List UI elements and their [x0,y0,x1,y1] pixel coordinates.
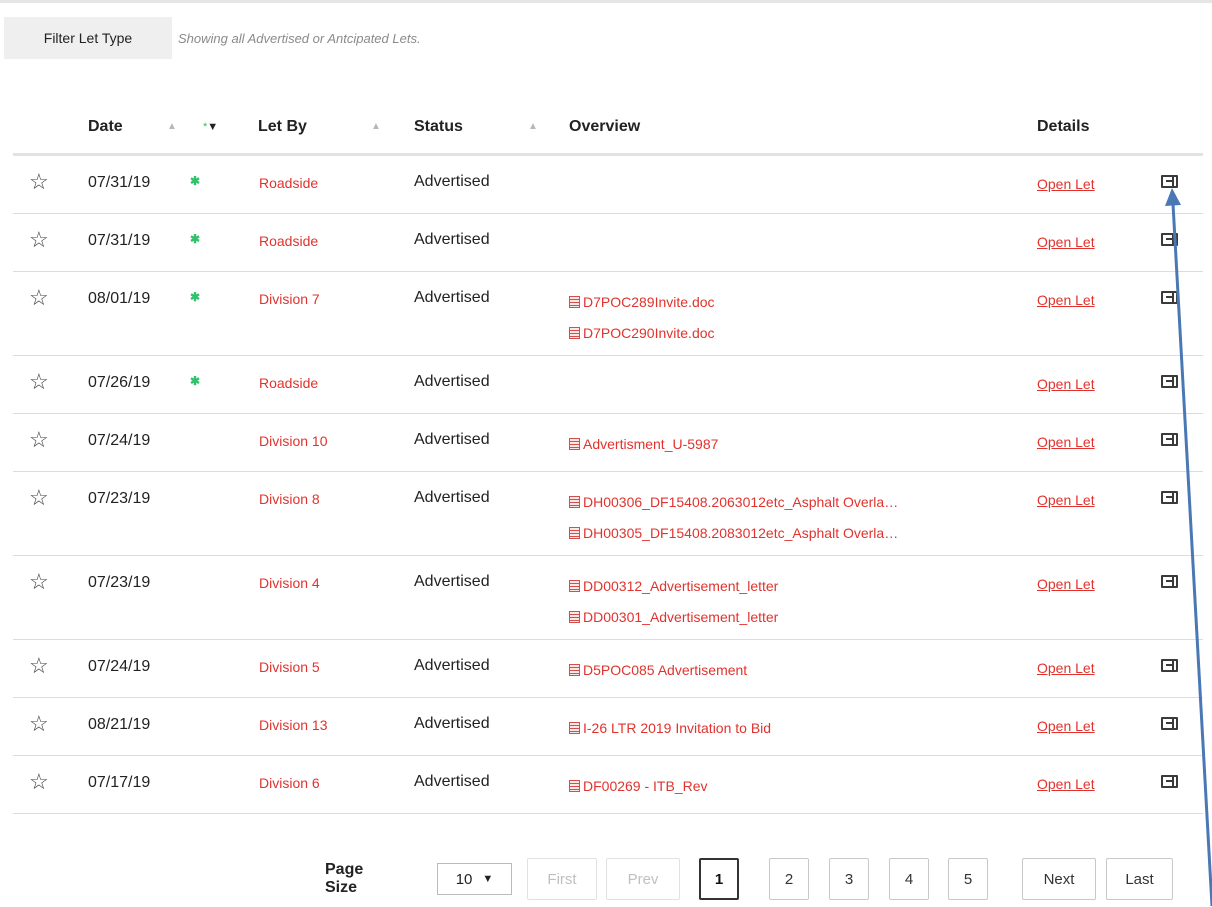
annotation-arrow [1165,188,1212,907]
